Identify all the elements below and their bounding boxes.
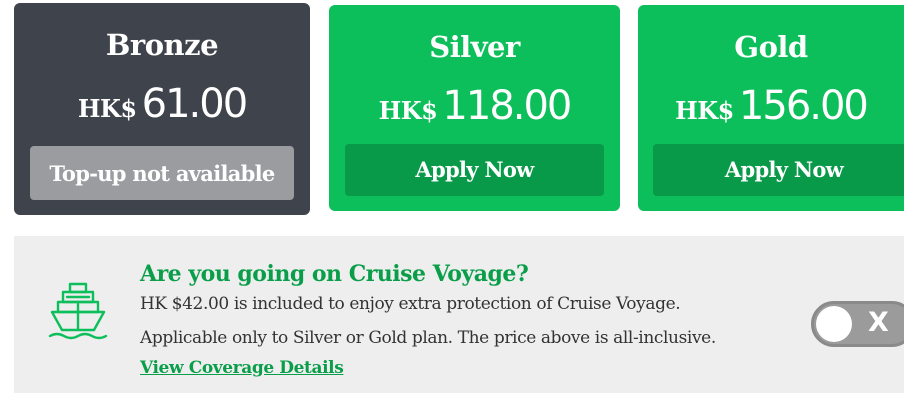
currency-label: HK$	[77, 94, 137, 123]
apply-now-button-silver[interactable]: Apply Now	[345, 144, 604, 196]
price-amount: 118.00	[442, 83, 572, 129]
price-amount: 61.00	[141, 81, 249, 127]
plan-price: HK$ 156.00	[638, 83, 904, 129]
cruise-description-line-2: Applicable only to Silver or Gold plan. …	[140, 328, 716, 348]
plan-price: HK$ 61.00	[14, 81, 310, 127]
plan-name: Gold	[734, 30, 808, 64]
plan-card-silver: Silver HK$ 118.00 Apply Now	[329, 5, 620, 211]
top-up-unavailable-button: Top-up not available	[30, 146, 294, 200]
currency-label: HK$	[378, 96, 438, 125]
plan-name: Silver	[429, 30, 520, 64]
plan-name: Bronze	[105, 28, 219, 62]
plan-card-bronze: Bronze HK$ 61.00 Top-up not available	[14, 3, 310, 215]
cruise-ship-icon	[48, 282, 108, 340]
toggle-knob	[816, 306, 852, 342]
cruise-title: Are you going on Cruise Voyage?	[140, 261, 529, 287]
plan-price: HK$ 118.00	[329, 83, 620, 129]
cruise-voyage-panel: Are you going on Cruise Voyage? HK $42.0…	[14, 236, 904, 393]
price-amount: 156.00	[738, 83, 869, 129]
view-coverage-details-link[interactable]: View Coverage Details	[140, 358, 344, 378]
toggle-off-label: X	[868, 307, 889, 338]
plan-card-gold: Gold HK$ 156.00 Apply Now	[638, 5, 904, 211]
apply-now-button-gold[interactable]: Apply Now	[653, 144, 904, 196]
cruise-description-line-1: HK $42.00 is included to enjoy extra pro…	[140, 294, 681, 314]
cruise-toggle[interactable]: X	[811, 301, 904, 347]
currency-label: HK$	[675, 96, 734, 125]
